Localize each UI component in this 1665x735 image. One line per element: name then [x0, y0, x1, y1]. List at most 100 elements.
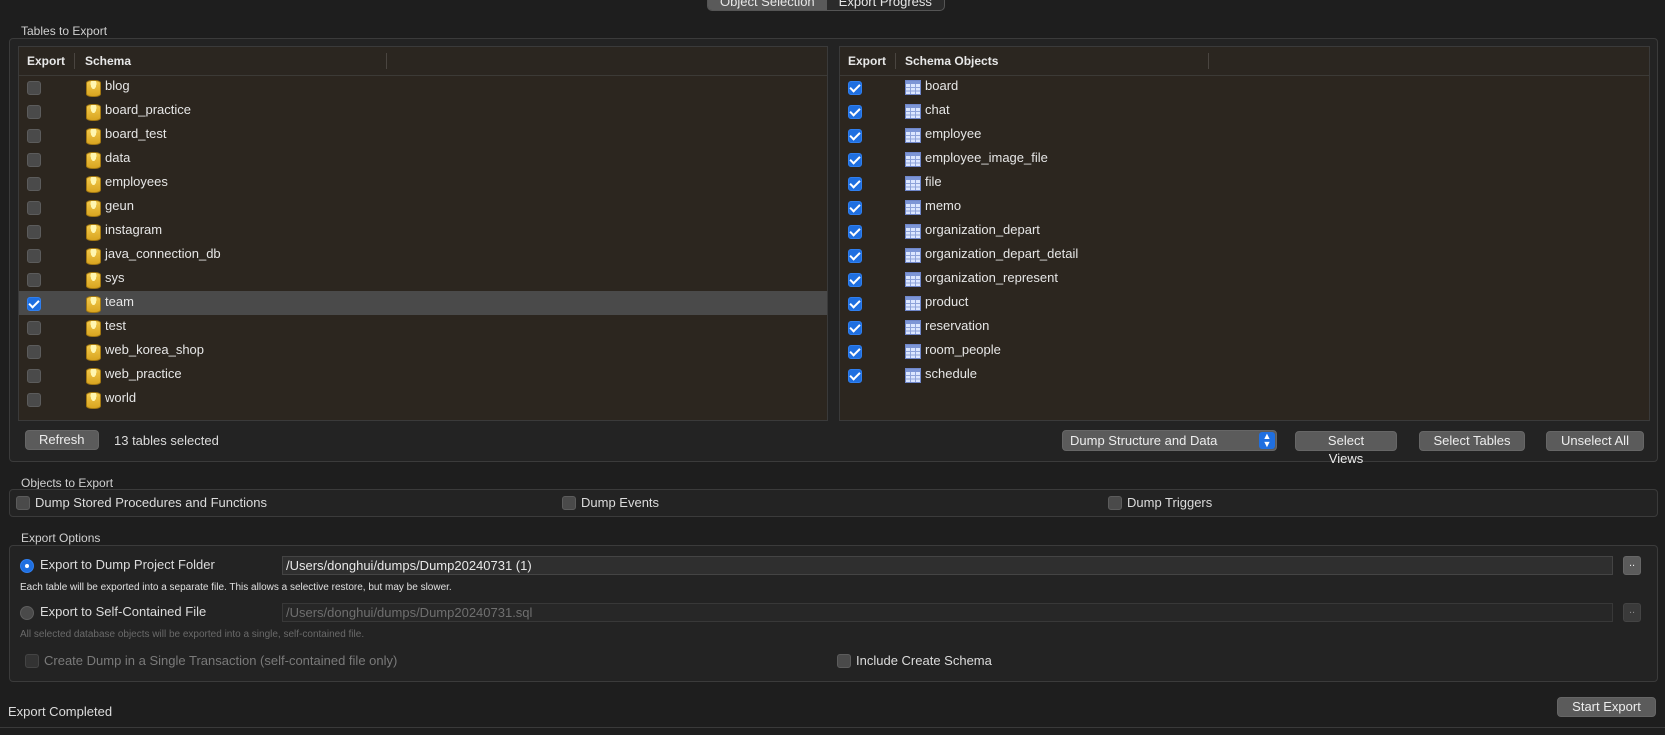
table-row[interactable]: file [840, 171, 1649, 195]
schema-list[interactable]: Export Schema blog board_practice board_te… [18, 46, 828, 421]
include-schema-label: Include Create Schema [856, 653, 992, 668]
tab-object-selection[interactable]: Object Selection [708, 0, 827, 10]
table-row[interactable]: java_connection_db [19, 243, 827, 267]
tab-export-progress[interactable]: Export Progress [827, 0, 944, 10]
table-icon [905, 344, 921, 359]
table-row[interactable]: product [840, 291, 1649, 315]
objects-to-export-label: Objects to Export [21, 476, 114, 490]
table-row[interactable]: web_practice [19, 363, 827, 387]
folder-path-field[interactable]: /Users/donghui/dumps/Dump20240731 (1) [282, 556, 1613, 575]
table-row[interactable]: employees [19, 171, 827, 195]
file-path-field[interactable]: /Users/donghui/dumps/Dump20240731.sql [282, 603, 1613, 622]
export-checkbox[interactable] [848, 273, 862, 287]
table-icon [905, 152, 921, 167]
export-checkbox[interactable] [27, 81, 41, 95]
export-checkbox[interactable] [27, 129, 41, 143]
single-transaction-checkbox[interactable] [25, 654, 39, 668]
table-icon [905, 296, 921, 311]
export-checkbox[interactable] [848, 177, 862, 191]
table-row[interactable]: room_people [840, 339, 1649, 363]
row-label: world [105, 390, 137, 405]
table-row[interactable]: organization_represent [840, 267, 1649, 291]
dump-mode-select[interactable]: Dump Structure and Data ▲ ▼ [1062, 430, 1277, 451]
folder-browse-button[interactable]: .. [1623, 556, 1641, 575]
events-checkbox[interactable] [562, 496, 576, 510]
export-checkbox[interactable] [27, 225, 41, 239]
export-checkbox[interactable] [27, 393, 41, 407]
footer-divider [0, 727, 1665, 728]
export-checkbox[interactable] [27, 177, 41, 191]
tables-to-export-label: Tables to Export [21, 24, 108, 38]
database-icon [86, 344, 101, 361]
header-schema[interactable]: Schema [85, 47, 131, 75]
events-label: Dump Events [581, 495, 660, 510]
export-checkbox[interactable] [27, 201, 41, 215]
start-export-button[interactable]: Start Export [1557, 697, 1656, 717]
table-row[interactable]: test [19, 315, 827, 339]
table-row[interactable]: schedule [840, 363, 1649, 387]
row-label: web_korea_shop [105, 342, 205, 357]
row-label: product [925, 294, 969, 309]
table-row[interactable]: web_korea_shop [19, 339, 827, 363]
export-checkbox[interactable] [27, 105, 41, 119]
export-checkbox[interactable] [27, 321, 41, 335]
schema-objects-list[interactable]: Export Schema Objects board chat employee e… [839, 46, 1650, 421]
header-export[interactable]: Export [848, 47, 886, 75]
table-row[interactable]: reservation [840, 315, 1649, 339]
file-radio[interactable] [20, 606, 34, 620]
row-label: organization_represent [925, 270, 1058, 285]
table-row[interactable]: sys [19, 267, 827, 291]
triggers-checkbox[interactable] [1108, 496, 1122, 510]
table-row[interactable]: geun [19, 195, 827, 219]
table-row[interactable]: employee_image_file [840, 147, 1649, 171]
table-row[interactable]: chat [840, 99, 1649, 123]
folder-radio[interactable] [20, 559, 34, 573]
table-row[interactable]: team [19, 291, 827, 315]
export-checkbox[interactable] [27, 249, 41, 263]
table-row[interactable]: world [19, 387, 827, 411]
export-checkbox[interactable] [848, 369, 862, 383]
folder-note: Each table will be exported into a separ… [20, 582, 452, 593]
export-checkbox[interactable] [848, 81, 862, 95]
select-tables-button[interactable]: Select Tables [1419, 431, 1525, 451]
table-row[interactable]: organization_depart [840, 219, 1649, 243]
select-views-button[interactable]: Select Views [1295, 431, 1397, 466]
table-row[interactable]: memo [840, 195, 1649, 219]
table-row[interactable]: employee [840, 123, 1649, 147]
export-checkbox[interactable] [27, 345, 41, 359]
file-option-label: Export to Self-Contained File [40, 604, 207, 619]
refresh-button[interactable]: Refresh [25, 430, 99, 450]
table-row[interactable]: organization_depart_detail [840, 243, 1649, 267]
export-checkbox[interactable] [848, 321, 862, 335]
view-tabs: Object Selection Export Progress [707, 0, 945, 11]
unselect-all-button[interactable]: Unselect All [1546, 431, 1644, 451]
export-checkbox[interactable] [27, 297, 41, 311]
header-schema-objects[interactable]: Schema Objects [905, 47, 998, 75]
file-note: All selected database objects will be ex… [20, 629, 365, 640]
export-checkbox[interactable] [848, 225, 862, 239]
stored-procedures-checkbox[interactable] [16, 496, 30, 510]
export-checkbox[interactable] [848, 345, 862, 359]
export-checkbox[interactable] [848, 129, 862, 143]
table-row[interactable]: board [840, 75, 1649, 99]
export-checkbox[interactable] [848, 153, 862, 167]
export-checkbox[interactable] [848, 249, 862, 263]
table-row[interactable]: data [19, 147, 827, 171]
table-row[interactable]: board_test [19, 123, 827, 147]
export-checkbox[interactable] [848, 297, 862, 311]
export-checkbox[interactable] [27, 369, 41, 383]
export-checkbox[interactable] [848, 105, 862, 119]
export-checkbox[interactable] [848, 201, 862, 215]
export-checkbox[interactable] [27, 273, 41, 287]
export-checkbox[interactable] [27, 153, 41, 167]
include-schema-checkbox[interactable] [837, 654, 851, 668]
table-icon [905, 176, 921, 191]
header-export[interactable]: Export [27, 47, 65, 75]
row-label: employee_image_file [925, 150, 1048, 165]
database-icon [86, 200, 101, 217]
table-row[interactable]: blog [19, 75, 827, 99]
file-browse-button[interactable]: .. [1623, 603, 1641, 622]
table-row[interactable]: instagram [19, 219, 827, 243]
table-row[interactable]: board_practice [19, 99, 827, 123]
row-label: java_connection_db [105, 246, 221, 261]
